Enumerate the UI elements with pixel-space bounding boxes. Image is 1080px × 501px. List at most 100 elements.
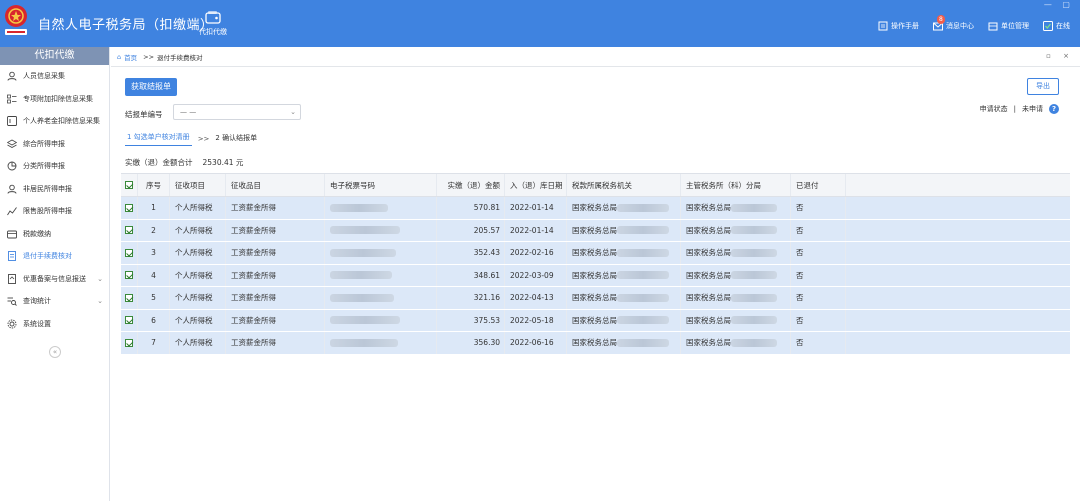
table-row[interactable]: 1 个人所得税 工资薪金所得 570.81 2022-01-14 国家税务总局 国家税务总局…	[121, 197, 1070, 220]
checkbox-icon	[125, 338, 133, 347]
redacted-ticket	[330, 293, 394, 302]
header-returned: 已退付	[791, 174, 846, 196]
cell-org: 国家税务总局	[567, 309, 681, 331]
sidebar-item-label: 限售股所得申报	[23, 207, 72, 216]
sidebar-item-6[interactable]: 非居民所得申报	[0, 178, 109, 201]
redacted-org	[617, 338, 669, 347]
sidebar-item-10[interactable]: 优惠备案与信息报送 ⌄	[0, 268, 109, 291]
header-tax-office: 主管税务所（科）分局	[681, 174, 791, 196]
chart-icon	[7, 207, 17, 216]
sidebar-item-5[interactable]: 分类所得申报	[0, 155, 109, 178]
row-checkbox[interactable]	[121, 287, 138, 309]
cell-ticket	[325, 309, 437, 331]
window-controls[interactable]: — ▢	[1044, 0, 1074, 9]
fetch-settlement-button[interactable]: 获取结报单	[125, 78, 177, 96]
redacted-org	[617, 226, 669, 235]
cell-org: 国家税务总局	[567, 264, 681, 286]
row-checkbox[interactable]	[121, 197, 138, 219]
sidebar-item-7[interactable]: 限售股所得申报	[0, 200, 109, 223]
header-amount: 实缴（退）金额	[437, 174, 505, 196]
cell-date: 2022-01-14	[505, 219, 567, 241]
table-row[interactable]: 3 个人所得税 工资薪金所得 352.43 2022-02-16 国家税务总局 国家税务总局…	[121, 242, 1070, 265]
tax-office-text: 国家税务总局	[686, 315, 731, 325]
row-checkbox[interactable]	[121, 242, 138, 264]
cell-no: 2	[138, 219, 170, 241]
settlement-number-select[interactable]: — — ⌄	[173, 104, 301, 120]
cell-date: 2022-03-09	[505, 264, 567, 286]
cell-item: 个人所得税	[170, 219, 226, 241]
sidebar-item-2[interactable]: 专项附加扣除信息采集	[0, 88, 109, 111]
header-date: 入（退）库日期	[505, 174, 567, 196]
message-badge: 8	[937, 15, 945, 24]
row-checkbox[interactable]	[121, 219, 138, 241]
sidebar-item-label: 税款缴纳	[23, 229, 51, 238]
sidebar-item-1[interactable]: 人员信息采集	[0, 65, 109, 88]
cell-category: 工资薪金所得	[226, 309, 325, 331]
cell-date: 2022-05-18	[505, 309, 567, 331]
checkbox-icon	[125, 271, 133, 280]
sidebar-collapse-button[interactable]: «	[49, 346, 61, 358]
table-row[interactable]: 4 个人所得税 工资薪金所得 348.61 2022-03-09 国家税务总局 国家税务总局…	[121, 264, 1070, 287]
row-checkbox[interactable]	[121, 332, 138, 354]
sidebar-item-11[interactable]: 查询统计 ⌄	[0, 290, 109, 313]
wallet-icon	[7, 230, 17, 239]
table-row[interactable]: 5 个人所得税 工资薪金所得 321.16 2022-04-13 国家税务总局 国家税务总局…	[121, 287, 1070, 310]
row-filler	[846, 197, 1070, 219]
table-body: 1 个人所得税 工资薪金所得 570.81 2022-01-14 国家税务总局 国家税务总局…	[121, 197, 1070, 355]
cell-amount: 375.53	[437, 309, 505, 331]
tab-step-2[interactable]: 2 确认结报单	[215, 133, 257, 146]
sidebar-item-12[interactable]: 系统设置	[0, 313, 109, 336]
unit-management-button[interactable]: 单位管理	[988, 21, 1029, 31]
sidebar-item-9[interactable]: 退付手续费核对	[0, 245, 109, 268]
online-status-button[interactable]: 在线	[1043, 21, 1070, 31]
online-status-label: 在线	[1056, 22, 1070, 30]
user-globe-icon	[7, 184, 17, 194]
checkbox-icon	[125, 226, 133, 235]
cell-no: 7	[138, 332, 170, 354]
redacted-tax-office	[731, 316, 777, 325]
cell-returned: 否	[791, 242, 846, 264]
redacted-org	[617, 293, 669, 302]
table-row[interactable]: 2 个人所得税 工资薪金所得 205.57 2022-01-14 国家税务总局 国家税务总局…	[121, 219, 1070, 242]
unit-management-label: 单位管理	[1001, 22, 1029, 30]
cell-returned: 否	[791, 287, 846, 309]
application-status: 申请状态 | 未申请 ?	[980, 104, 1059, 114]
table-row[interactable]: 6 个人所得税 工资薪金所得 375.53 2022-05-18 国家税务总局 国家税务总局…	[121, 309, 1070, 332]
cell-tax-office: 国家税务总局	[681, 264, 791, 286]
cell-tax-office: 国家税务总局	[681, 309, 791, 331]
table-row[interactable]: 7 个人所得税 工资薪金所得 356.30 2022-06-16 国家税务总局 国家税务总局…	[121, 332, 1070, 355]
tab-step-1[interactable]: 1 勾选单户核对清册	[125, 132, 192, 146]
redacted-ticket	[330, 316, 400, 325]
select-all-checkbox[interactable]	[121, 174, 138, 196]
row-checkbox[interactable]	[121, 264, 138, 286]
header-no: 序号	[138, 174, 170, 196]
message-center-button[interactable]: 8 消息中心	[933, 15, 974, 31]
sidebar-item-8[interactable]: 税款缴纳	[0, 223, 109, 246]
sidebar-item-4[interactable]: 综合所得申报	[0, 133, 109, 156]
export-button[interactable]: 导出	[1027, 78, 1059, 95]
tab-controls[interactable]: ▫ ×	[1046, 52, 1074, 60]
redacted-org	[617, 203, 669, 212]
header-org: 税款所属税务机关	[567, 174, 681, 196]
nav-withholding[interactable]: 代扣代缴	[195, 8, 231, 37]
building-icon	[988, 22, 998, 31]
sidebar-item-3[interactable]: 个人养老金扣除信息采集	[0, 110, 109, 133]
checkbox-icon	[125, 248, 133, 257]
sidebar: 代扣代缴 人员信息采集 专项附加扣除信息采集 个人养老金扣除信息采集 综合所得申报 分类…	[0, 47, 110, 501]
org-text: 国家税务总局	[572, 203, 617, 213]
redacted-ticket	[330, 226, 400, 235]
redacted-ticket	[330, 203, 388, 212]
breadcrumb-home[interactable]: 首页	[124, 52, 137, 62]
sidebar-header: 代扣代缴	[0, 47, 109, 65]
cell-category: 工资薪金所得	[226, 287, 325, 309]
row-checkbox[interactable]	[121, 309, 138, 331]
help-icon[interactable]: ?	[1049, 104, 1059, 114]
home-icon[interactable]: ⌂	[117, 53, 121, 61]
data-table: 序号 征收项目 征收品目 电子税票号码 实缴（退）金额 入（退）库日期 税款所属…	[121, 173, 1070, 355]
file-up-icon	[8, 273, 16, 284]
layers-icon	[7, 139, 17, 148]
org-text: 国家税务总局	[572, 315, 617, 325]
sidebar-item-label: 优惠备案与信息报送	[23, 274, 86, 283]
cell-item: 个人所得税	[170, 332, 226, 354]
manual-button[interactable]: 操作手册	[878, 21, 919, 31]
